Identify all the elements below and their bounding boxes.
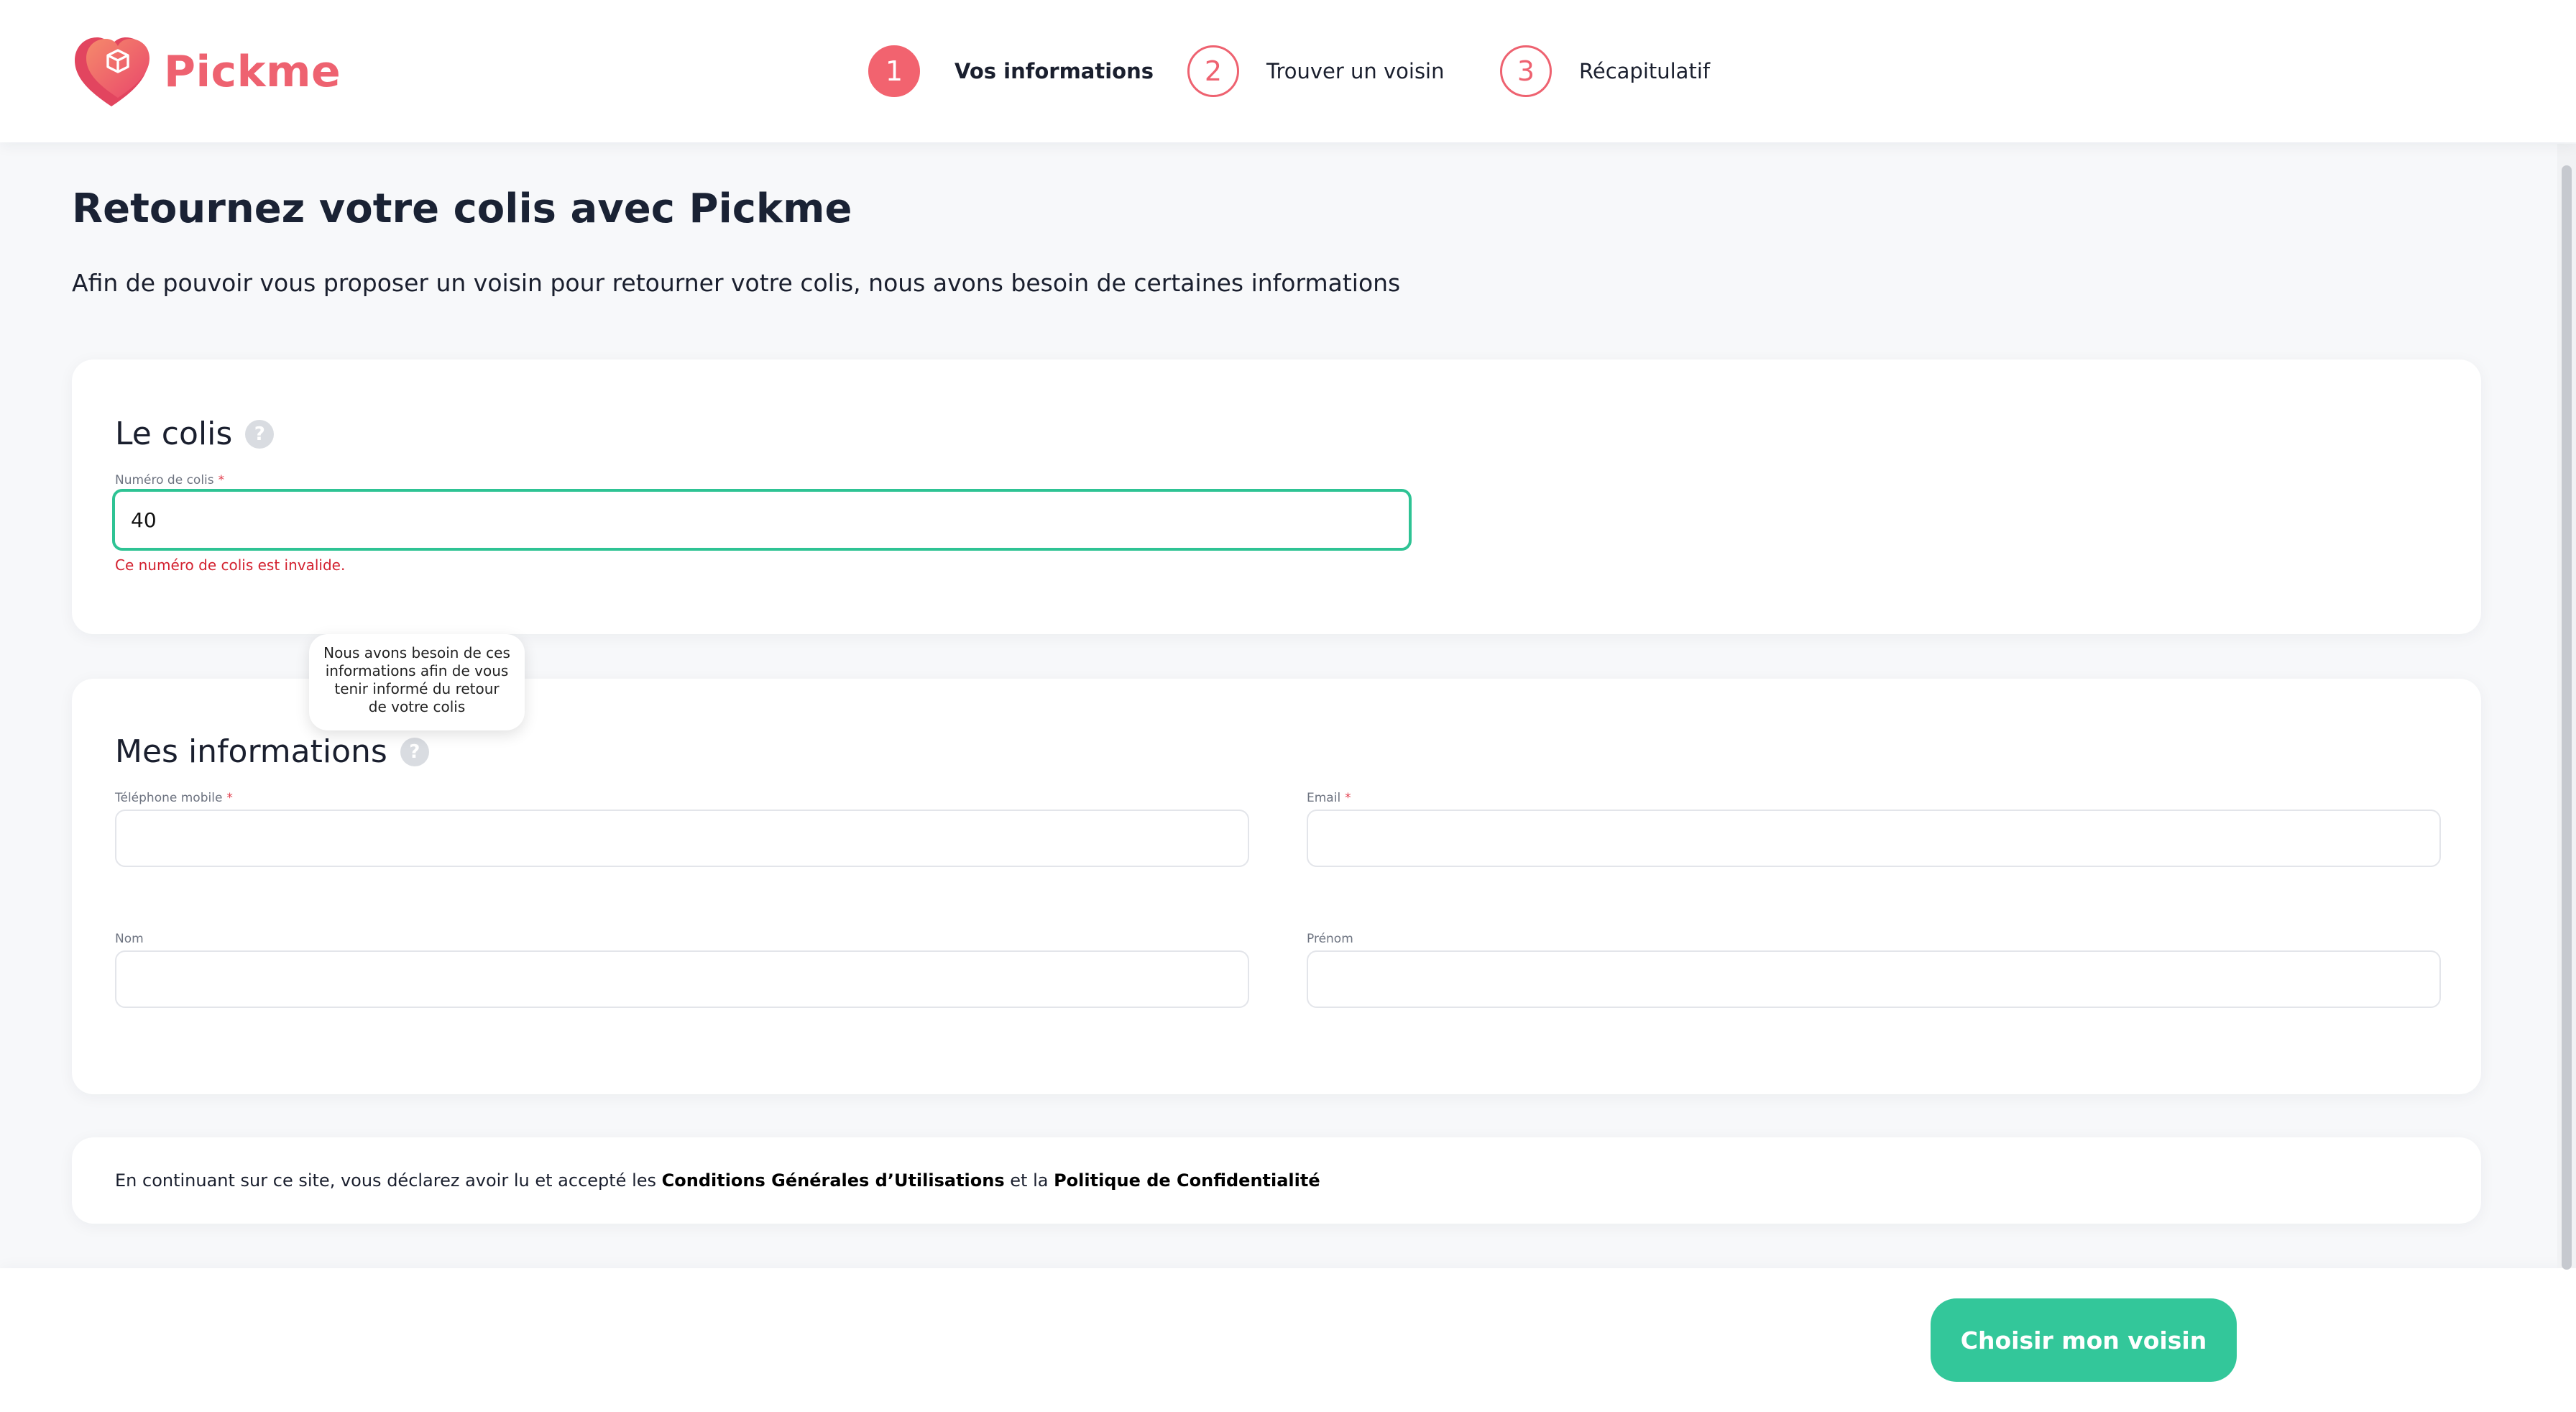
info-title-text: Mes informations bbox=[115, 733, 387, 770]
consent-middle: et la bbox=[1004, 1170, 1054, 1191]
last-name-label: Nom bbox=[115, 932, 144, 946]
phone-input[interactable] bbox=[115, 810, 1249, 867]
first-name-input[interactable] bbox=[1307, 950, 2441, 1008]
required-marker: * bbox=[218, 473, 225, 487]
email-label: Email * bbox=[1307, 791, 1351, 805]
first-name-label: Prénom bbox=[1307, 932, 1353, 946]
box-heart-icon bbox=[70, 35, 152, 109]
step-2-label: Trouver un voisin bbox=[1266, 59, 1445, 83]
help-tooltip: Nous avons besoin de ces informations af… bbox=[309, 634, 525, 730]
choose-neighbor-button[interactable]: Choisir mon voisin bbox=[1931, 1298, 2237, 1382]
parcel-number-error: Ce numéro de colis est invalide. bbox=[115, 556, 346, 574]
page-intro: Afin de pouvoir vous proposer un voisin … bbox=[72, 269, 1401, 297]
step-3-label: Récapitulatif bbox=[1579, 59, 1711, 83]
parcel-card-title: Le colis ? bbox=[115, 416, 275, 452]
email-input[interactable] bbox=[1307, 810, 2441, 867]
info-card: Mes informations ? Téléphone mobile * Ema… bbox=[72, 679, 2481, 1094]
info-card-title: Mes informations ? bbox=[115, 733, 429, 770]
help-icon[interactable]: ? bbox=[245, 419, 275, 449]
logo[interactable]: Pickme bbox=[70, 35, 341, 109]
scrollbar[interactable] bbox=[2557, 144, 2576, 1270]
required-marker: * bbox=[226, 791, 233, 805]
phone-label-text: Téléphone mobile bbox=[115, 791, 223, 805]
last-name-input[interactable] bbox=[115, 950, 1249, 1008]
phone-label: Téléphone mobile * bbox=[115, 791, 233, 805]
step-1: 1 Vos informations bbox=[868, 45, 1154, 97]
header: Pickme 1 Vos informations 2 Trouver un v… bbox=[0, 0, 2576, 142]
parcel-number-label-text: Numéro de colis bbox=[115, 473, 214, 487]
help-icon[interactable]: ? bbox=[400, 737, 429, 766]
step-1-label: Vos informations bbox=[954, 59, 1154, 83]
required-marker: * bbox=[1345, 791, 1351, 805]
cgu-link[interactable]: Conditions Générales d’Utilisations bbox=[662, 1170, 1005, 1191]
parcel-number-label: Numéro de colis * bbox=[115, 473, 224, 487]
consent-text: En continuant sur ce site, vous déclarez… bbox=[115, 1170, 1320, 1191]
parcel-card: Le colis ? Numéro de colis * Ce numéro de… bbox=[72, 359, 2481, 634]
email-label-text: Email bbox=[1307, 791, 1341, 805]
scrollbar-thumb[interactable] bbox=[2562, 165, 2572, 1270]
parcel-number-input[interactable] bbox=[112, 489, 1412, 551]
step-3: 3 Récapitulatif bbox=[1500, 45, 1710, 97]
step-2-number: 2 bbox=[1187, 45, 1239, 97]
step-3-number: 3 bbox=[1500, 45, 1552, 97]
parcel-title-text: Le colis bbox=[115, 416, 233, 452]
privacy-policy-link[interactable]: Politique de Confidentialité bbox=[1054, 1170, 1320, 1191]
consent-prefix: En continuant sur ce site, vous déclarez… bbox=[115, 1170, 662, 1191]
step-2: 2 Trouver un voisin bbox=[1187, 45, 1445, 97]
brand-name: Pickme bbox=[164, 47, 341, 97]
page-title: Retournez votre colis avec Pickme bbox=[72, 185, 852, 232]
step-1-number: 1 bbox=[868, 45, 920, 97]
